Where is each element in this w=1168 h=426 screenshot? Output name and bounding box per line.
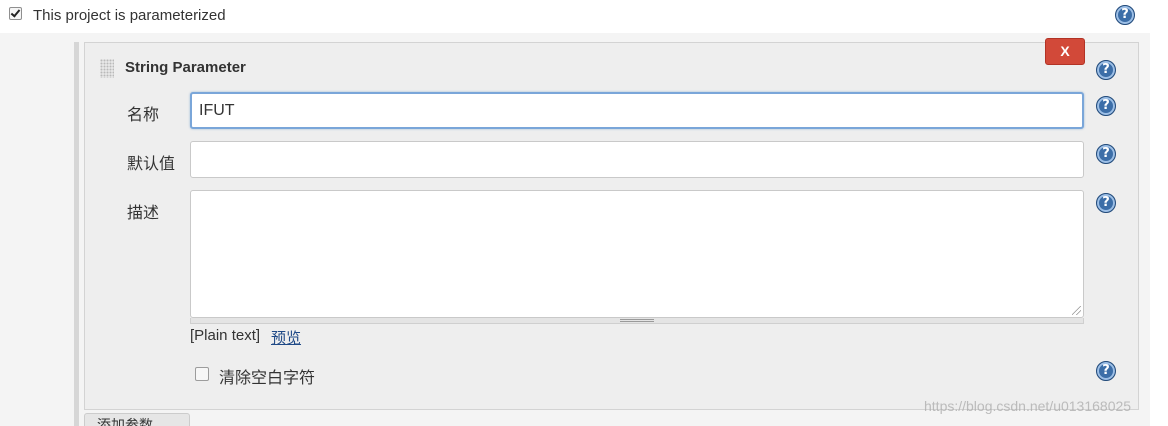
default-value-label: 默认值 bbox=[127, 156, 176, 173]
help-icon[interactable]: ? bbox=[1096, 193, 1116, 213]
add-parameter-button[interactable]: 添加参数 bbox=[84, 413, 190, 426]
help-icon[interactable]: ? bbox=[1096, 60, 1116, 80]
parameterized-label: This project is parameterized bbox=[33, 7, 226, 24]
checkmark-icon bbox=[10, 7, 21, 18]
drag-handle-icon[interactable] bbox=[100, 59, 114, 78]
description-label: 描述 bbox=[127, 205, 160, 222]
trim-checkbox[interactable] bbox=[195, 367, 209, 381]
resize-handle-icon[interactable] bbox=[1072, 306, 1081, 315]
section-divider bbox=[74, 42, 79, 426]
help-icon[interactable]: ? bbox=[1096, 144, 1116, 164]
parameterized-row: This project is parameterized bbox=[0, 0, 1150, 33]
preview-link[interactable]: 预览 bbox=[271, 327, 301, 348]
textarea-expand-handle[interactable] bbox=[190, 318, 1084, 324]
default-value-input[interactable] bbox=[190, 141, 1084, 178]
description-textarea[interactable] bbox=[190, 190, 1084, 318]
help-icon[interactable]: ? bbox=[1096, 96, 1116, 116]
watermark: https://blog.csdn.net/u013168025 bbox=[924, 398, 1132, 414]
name-label: 名称 bbox=[127, 107, 160, 124]
parameter-type-title: String Parameter bbox=[125, 59, 246, 76]
grip-icon bbox=[620, 319, 654, 322]
name-input[interactable]: IFUT bbox=[190, 92, 1084, 129]
format-indicator: [Plain text] bbox=[190, 327, 261, 344]
delete-parameter-button[interactable]: X bbox=[1045, 38, 1085, 65]
parameterized-checkbox[interactable] bbox=[9, 7, 22, 20]
trim-label: 清除空白字符 bbox=[219, 370, 316, 387]
help-icon[interactable]: ? bbox=[1096, 361, 1116, 381]
help-icon[interactable]: ? bbox=[1115, 5, 1135, 25]
